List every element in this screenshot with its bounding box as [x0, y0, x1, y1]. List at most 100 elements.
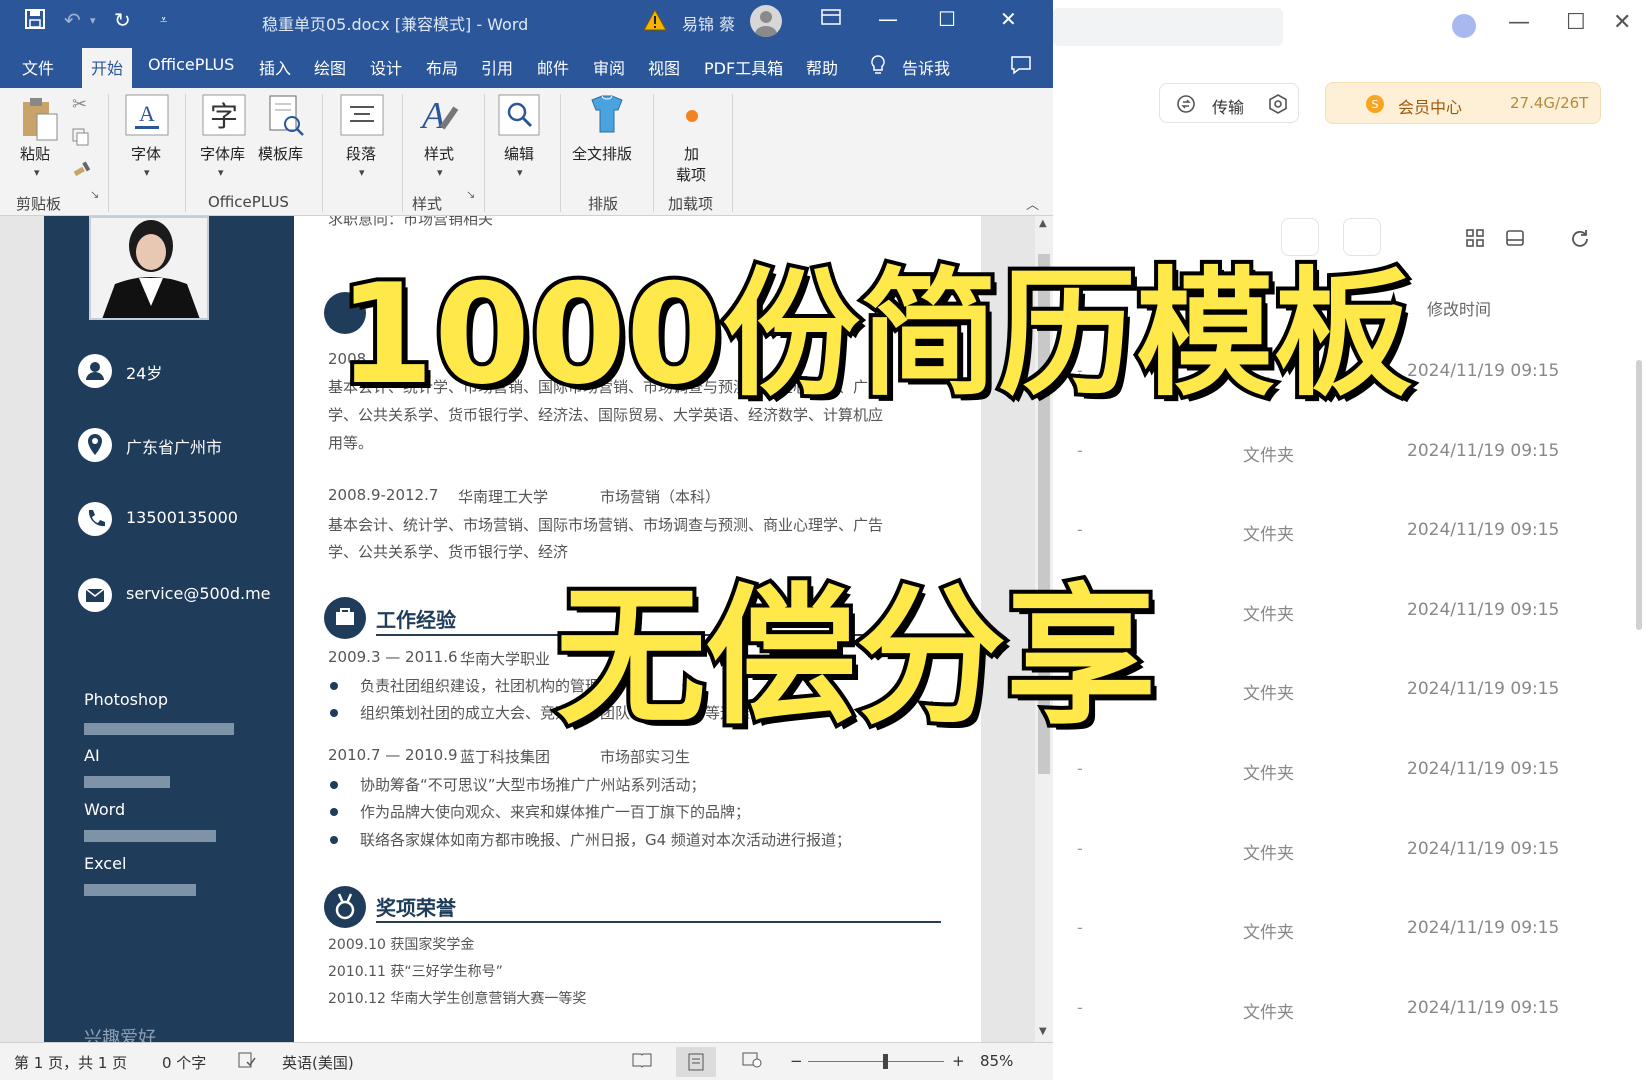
file-type: 文件夹: [1243, 605, 1294, 625]
grid-view-icon[interactable]: [1465, 228, 1485, 252]
web-layout-icon[interactable]: [742, 1052, 762, 1072]
paragraph-button[interactable]: 段落: [346, 143, 376, 164]
tab-home[interactable]: 开始: [82, 48, 133, 88]
tab-view[interactable]: 视图: [648, 55, 680, 79]
collapse-ribbon-icon[interactable]: ︿: [1026, 194, 1039, 213]
paragraph-icon[interactable]: [340, 94, 384, 140]
bullet-dot: [330, 682, 338, 690]
addins-button-line1[interactable]: 加: [684, 143, 699, 164]
clipboard-launcher-icon[interactable]: ↘: [90, 188, 99, 201]
tab-file[interactable]: 文件: [22, 55, 54, 79]
tab-draw[interactable]: 绘图: [314, 55, 346, 79]
zoom-slider-track[interactable]: [808, 1061, 944, 1062]
font-library-button[interactable]: 字体库: [200, 143, 245, 164]
tab-mailings[interactable]: 邮件: [537, 55, 569, 79]
person-icon: [78, 354, 112, 388]
column-modified-time[interactable]: 修改时间: [1427, 296, 1491, 320]
warning-icon[interactable]: [643, 8, 667, 32]
account-avatar-icon[interactable]: [750, 5, 782, 37]
tab-insert[interactable]: 插入: [259, 55, 291, 79]
maximize-icon[interactable]: ☐: [938, 7, 956, 31]
ribbon-display-options-icon[interactable]: [820, 7, 842, 32]
paste-dropdown-icon[interactable]: ▾: [34, 166, 40, 179]
minimize-icon[interactable]: —: [1508, 10, 1530, 35]
redo-icon[interactable]: ↻: [114, 8, 131, 32]
file-row[interactable]: - 文件夹 2024/11/19 09:15: [1053, 829, 1644, 869]
editing-button[interactable]: 编辑: [504, 143, 534, 164]
language-indicator[interactable]: 英语(美国): [282, 1052, 354, 1073]
undo-dropdown-icon[interactable]: ▾: [90, 14, 96, 27]
scroll-down-icon[interactable]: ▼: [1039, 1026, 1047, 1037]
copy-icon[interactable]: [72, 128, 90, 150]
undo-icon[interactable]: ↶: [64, 8, 81, 32]
paste-icon[interactable]: [20, 96, 60, 146]
close-icon[interactable]: ✕: [1613, 10, 1631, 35]
customize-qat-icon[interactable]: ⩡: [160, 13, 167, 28]
styles-dropdown-icon[interactable]: ▾: [437, 166, 443, 179]
save-icon[interactable]: [24, 8, 46, 35]
editing-dropdown-icon[interactable]: ▾: [517, 166, 523, 179]
tab-layout[interactable]: 布局: [426, 55, 458, 79]
maximize-icon[interactable]: ☐: [1566, 10, 1586, 35]
paragraph-dropdown-icon[interactable]: ▾: [359, 166, 365, 179]
tab-review[interactable]: 审阅: [593, 55, 625, 79]
font-icon[interactable]: A: [125, 94, 169, 140]
tab-help[interactable]: 帮助: [806, 55, 838, 79]
transfer-button[interactable]: 传输: [1159, 83, 1299, 123]
zoom-slider-thumb[interactable]: [883, 1054, 888, 1069]
editing-icon[interactable]: [498, 94, 540, 140]
zoom-in-icon[interactable]: +: [952, 1052, 965, 1070]
account-name[interactable]: 易锦 蔡: [682, 11, 735, 35]
comments-icon[interactable]: [1010, 55, 1032, 79]
file-row[interactable]: - 文件夹 2024/11/19 09:15: [1053, 431, 1644, 471]
addins-button-line2[interactable]: 载项: [676, 164, 706, 185]
ribbon-divider: [108, 94, 109, 212]
file-row[interactable]: - 文件夹 2024/11/19 09:15: [1053, 988, 1644, 1028]
paste-button[interactable]: 粘贴: [20, 143, 50, 164]
list-view-icon[interactable]: [1411, 218, 1449, 256]
tab-references[interactable]: 引用: [481, 55, 513, 79]
minimize-icon[interactable]: —: [878, 7, 898, 31]
tell-me-search[interactable]: 告诉我: [902, 55, 950, 79]
print-layout-icon[interactable]: [676, 1047, 716, 1077]
storage-quota: 27.4G/26T: [1510, 94, 1589, 112]
group-layout-label: 排版: [588, 195, 619, 213]
font-dropdown-icon[interactable]: ▾: [144, 166, 150, 179]
phone-icon: [78, 502, 112, 536]
close-icon[interactable]: ✕: [1000, 7, 1017, 31]
full-layout-button[interactable]: 全文排版: [572, 143, 632, 164]
cut-icon[interactable]: ✂: [72, 94, 87, 115]
file-row[interactable]: - 文件夹 2024/11/19 09:15: [1053, 749, 1644, 789]
font-library-dropdown-icon[interactable]: ▾: [218, 166, 224, 179]
styles-button[interactable]: 样式: [424, 143, 454, 164]
word-count[interactable]: 0 个字: [162, 1052, 206, 1073]
page-count[interactable]: 第 1 页，共 1 页: [14, 1052, 127, 1073]
document-title: 稳重单页05.docx [兼容模式] - Word: [262, 15, 529, 34]
file-type: 文件夹: [1243, 525, 1294, 545]
full-layout-icon[interactable]: [584, 92, 630, 142]
refresh-icon[interactable]: [1569, 228, 1591, 254]
file-list-scrollbar[interactable]: [1636, 360, 1642, 630]
zoom-level[interactable]: 85%: [980, 1052, 1013, 1070]
addin-icon[interactable]: [684, 108, 700, 128]
tab-officeplus[interactable]: OfficePLUS: [148, 55, 234, 74]
template-library-button[interactable]: 模板库: [258, 143, 303, 164]
preview-pane-icon[interactable]: [1505, 228, 1525, 252]
search-input[interactable]: [1053, 8, 1283, 46]
zoom-out-icon[interactable]: −: [790, 1052, 803, 1070]
font-button[interactable]: 字体: [131, 143, 161, 164]
template-library-icon[interactable]: [266, 94, 306, 142]
font-library-icon[interactable]: 字: [202, 94, 246, 140]
styles-icon[interactable]: A: [418, 92, 464, 142]
member-center-button[interactable]: S 会员中心 27.4G/26T: [1325, 82, 1601, 124]
lightbulb-icon[interactable]: [870, 55, 886, 79]
tab-pdf-toolbox[interactable]: PDF工具箱: [704, 55, 783, 79]
read-mode-icon[interactable]: [632, 1052, 652, 1072]
format-painter-icon[interactable]: [72, 160, 92, 182]
settings-icon[interactable]: [1268, 94, 1288, 118]
styles-launcher-icon[interactable]: ↘: [466, 188, 475, 201]
user-avatar-icon[interactable]: [1452, 14, 1476, 38]
tab-design[interactable]: 设计: [370, 55, 402, 79]
proofing-icon[interactable]: [238, 1052, 256, 1072]
file-row[interactable]: - 文件夹 2024/11/19 09:15: [1053, 908, 1644, 948]
